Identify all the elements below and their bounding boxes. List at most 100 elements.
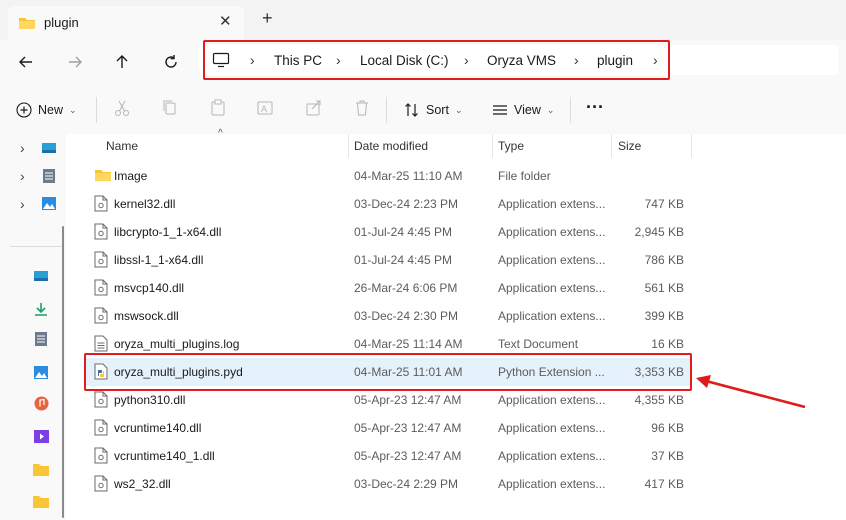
file-type: Application extens...: [498, 421, 606, 435]
column-header-date[interactable]: Date modified: [354, 139, 428, 153]
chevron-down-icon: ⌄: [69, 104, 77, 115]
column-divider[interactable]: [492, 134, 493, 158]
file-name: mswsock.dll: [114, 309, 179, 323]
column-divider[interactable]: [691, 134, 692, 158]
column-header-name[interactable]: Name: [106, 139, 138, 153]
title-bar: plugin ✕ +: [0, 0, 846, 40]
file-size: 747 KB: [644, 197, 684, 211]
sort-ascending-icon: ^: [218, 128, 223, 139]
close-tab-icon[interactable]: ✕: [219, 12, 232, 30]
file-date: 04-Mar-25 11:10 AM: [354, 169, 463, 183]
file-size: 2,945 KB: [634, 225, 684, 239]
downloads-icon[interactable]: [34, 302, 48, 316]
documents-icon[interactable]: [35, 332, 47, 346]
refresh-icon: [165, 55, 177, 68]
file-size: 786 KB: [644, 253, 684, 267]
up-button[interactable]: [110, 50, 134, 74]
file-date: 03-Dec-24 2:29 PM: [354, 477, 459, 491]
folder-icon: [19, 18, 35, 29]
chevron-right-icon[interactable]: ›: [20, 168, 25, 184]
view-label: View: [514, 103, 541, 117]
documents-icon: [43, 169, 55, 183]
refresh-button[interactable]: [159, 50, 183, 74]
file-row[interactable]: kernel32.dll 03-Dec-24 2:23 PM Application…: [86, 190, 692, 218]
more-options-button[interactable]: ···: [586, 97, 604, 118]
file-name: msvcp140.dll: [114, 281, 185, 295]
toolbar-divider: [96, 97, 97, 123]
file-name: kernel32.dll: [114, 197, 176, 211]
desktop-icon[interactable]: [34, 270, 48, 282]
folder-icon[interactable]: [33, 462, 49, 476]
navigation-bar: › This PC › Local Disk (C:) › Oryza VMS …: [0, 40, 846, 84]
file-type: Text Document: [498, 337, 579, 351]
videos-icon[interactable]: [34, 430, 49, 443]
forward-button[interactable]: [63, 50, 87, 74]
chevron-right-icon[interactable]: ›: [20, 196, 25, 212]
sidebar-divider: [10, 246, 62, 247]
toolbar-divider: [570, 97, 571, 123]
address-highlight-box: [203, 40, 670, 80]
file-type: Application extens...: [498, 477, 606, 491]
new-button[interactable]: New ⌄: [16, 102, 77, 118]
column-header-size[interactable]: Size: [618, 139, 641, 153]
desktop-icon: [42, 143, 56, 153]
file-name: Image: [114, 169, 148, 183]
view-button[interactable]: View ⌄: [492, 102, 554, 118]
file-row[interactable]: mswsock.dll 03-Dec-24 2:30 PM Application …: [86, 302, 692, 330]
music-icon[interactable]: [34, 396, 49, 411]
file-size: 417 KB: [644, 477, 684, 491]
cut-icon[interactable]: [114, 99, 130, 117]
text-file-icon: [94, 335, 108, 355]
folder-icon[interactable]: [33, 494, 49, 508]
folder-icon: [94, 167, 112, 186]
file-size: 96 KB: [651, 421, 684, 435]
column-divider[interactable]: [611, 134, 612, 158]
chevron-right-icon[interactable]: ›: [20, 140, 25, 156]
file-row[interactable]: vcruntime140_1.dll 05-Apr-23 12:47 AM Appl…: [86, 442, 692, 470]
file-name: libssl-1_1-x64.dll: [114, 253, 204, 267]
file-row[interactable]: ws2_32.dll 03-Dec-24 2:29 PM Application e…: [86, 470, 692, 498]
tab-plugin[interactable]: plugin ✕: [8, 6, 244, 40]
copy-icon[interactable]: [162, 99, 178, 117]
file-row[interactable]: libcrypto-1_1-x64.dll 01-Jul-24 4:45 PM Ap…: [86, 218, 692, 246]
column-divider[interactable]: [348, 134, 349, 158]
pictures-icon: [42, 197, 56, 210]
file-name: libcrypto-1_1-x64.dll: [114, 225, 222, 239]
dll-file-icon: [94, 251, 108, 271]
file-type: File folder: [498, 169, 551, 183]
command-bar: New ⌄ A Sort ⌄ View ⌄ ···: [0, 84, 846, 135]
file-date: 01-Jul-24 4:45 PM: [354, 225, 453, 239]
file-name: ws2_32.dll: [114, 477, 171, 491]
plus-circle-icon: [16, 102, 32, 118]
file-row[interactable]: msvcp140.dll 26-Mar-24 6:06 PM Application…: [86, 274, 692, 302]
file-name: oryza_multi_plugins.log: [114, 337, 240, 351]
delete-icon[interactable]: [354, 99, 370, 117]
back-button[interactable]: [14, 50, 38, 74]
file-size: 4,355 KB: [634, 393, 684, 407]
dll-file-icon: [94, 307, 108, 327]
navigation-pane: › › ›: [0, 134, 66, 520]
sort-button[interactable]: Sort ⌄: [404, 102, 462, 118]
file-date: 05-Apr-23 12:47 AM: [354, 393, 462, 407]
file-row[interactable]: libssl-1_1-x64.dll 01-Jul-24 4:45 PM Appli…: [86, 246, 692, 274]
chevron-down-icon: ⌄: [546, 104, 555, 115]
file-date: 03-Dec-24 2:23 PM: [354, 197, 459, 211]
file-row[interactable]: vcruntime140.dll 05-Apr-23 12:47 AM Applic…: [86, 414, 692, 442]
share-icon[interactable]: [306, 99, 322, 117]
sidebar-scrollbar[interactable]: [62, 226, 64, 518]
file-list: ^ Name Date modified Type Size Image 04-M…: [66, 128, 846, 520]
pictures-icon[interactable]: [34, 366, 48, 379]
file-type: Application extens...: [498, 309, 606, 323]
column-header-type[interactable]: Type: [498, 139, 524, 153]
file-row[interactable]: Image 04-Mar-25 11:10 AM File folder: [86, 162, 692, 190]
new-tab-button[interactable]: +: [262, 8, 273, 29]
file-name: vcruntime140_1.dll: [114, 449, 215, 463]
dll-file-icon: [94, 475, 108, 495]
file-type: Application extens...: [498, 449, 606, 463]
file-type: Application extens...: [498, 393, 606, 407]
paste-icon[interactable]: [210, 99, 226, 117]
file-size: 16 KB: [651, 337, 684, 351]
file-type: Application extens...: [498, 253, 606, 267]
rename-icon[interactable]: A: [257, 99, 275, 117]
red-pointer-arrow-icon: [696, 375, 806, 409]
